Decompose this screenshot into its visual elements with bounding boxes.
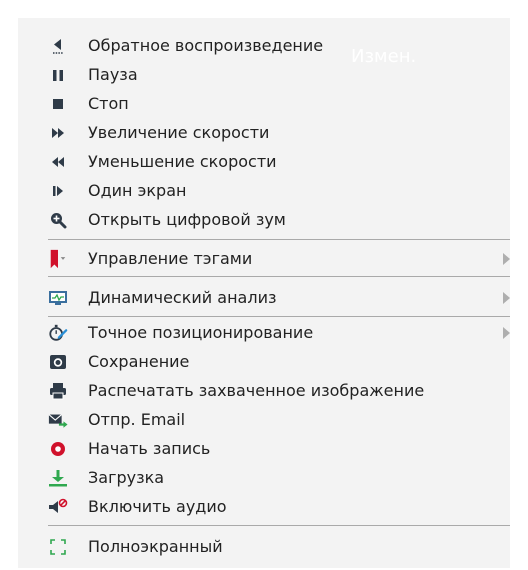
menu-item-label: Сохранение: [88, 352, 190, 371]
stop-icon: [48, 94, 68, 114]
menu-separator: [48, 525, 510, 526]
menu-item-label: Уменьшение скорости: [88, 152, 277, 171]
menu-item-digital-zoom[interactable]: Открыть цифровой зум: [18, 205, 510, 234]
submenu-arrow-icon: [503, 326, 510, 339]
menu-item-label: Начать запись: [88, 439, 211, 458]
menu-item-fullscreen[interactable]: Полноэкранный: [18, 532, 510, 561]
menu-item-label: Открыть цифровой зум: [88, 210, 286, 229]
menu-item-label: Полноэкранный: [88, 537, 223, 556]
camera-icon: [48, 352, 68, 372]
menu-item-label: Стоп: [88, 94, 129, 113]
menu-item-label: Увеличение скорости: [88, 123, 270, 142]
menu-item-label: Точное позиционирование: [88, 323, 314, 342]
menu-item-tag-management[interactable]: Управление тэгами: [18, 244, 510, 273]
download-icon: [48, 468, 68, 488]
rewind-icon: [48, 152, 68, 172]
menu-separator: [48, 316, 510, 317]
audio-muted-icon: [48, 497, 68, 517]
reverse-play-icon: [48, 36, 68, 56]
menu-item-stop[interactable]: Стоп: [18, 89, 510, 118]
menu-item-dynamic-analysis[interactable]: Динамический анализ: [18, 283, 510, 312]
menu-item-pause[interactable]: Пауза: [18, 60, 510, 89]
context-menu: Измен. Обратное воспроизведение Пауза Ст…: [18, 18, 510, 568]
fast-forward-icon: [48, 123, 68, 143]
menu-item-single-screen[interactable]: Один экран: [18, 176, 510, 205]
menu-item-save[interactable]: Сохранение: [18, 347, 510, 376]
submenu-arrow-icon: [503, 252, 510, 265]
pause-icon: [48, 65, 68, 85]
menu-item-label: Обратное воспроизведение: [88, 36, 324, 55]
submenu-arrow-icon: [503, 291, 510, 304]
menu-item-label: Загрузка: [88, 468, 165, 487]
monitor-chart-icon: [48, 288, 68, 308]
menu-item-enable-audio[interactable]: Включить аудио: [18, 492, 510, 521]
menu-item-send-email[interactable]: Отпр. Email: [18, 405, 510, 434]
printer-icon: [48, 381, 68, 401]
fullscreen-icon: [48, 537, 68, 557]
menu-item-speed-up[interactable]: Увеличение скорости: [18, 118, 510, 147]
menu-item-download[interactable]: Загрузка: [18, 463, 510, 492]
menu-item-label: Динамический анализ: [88, 288, 277, 307]
menu-item-reverse-play[interactable]: Обратное воспроизведение: [18, 31, 510, 60]
menu-item-label: Пауза: [88, 65, 138, 84]
menu-item-label: Распечатать захваченное изображение: [88, 381, 425, 400]
menu-item-label: Управление тэгами: [88, 249, 253, 268]
menu-item-label: Один экран: [88, 181, 187, 200]
bookmark-tag-icon: [48, 249, 68, 269]
menu-separator: [48, 276, 510, 277]
email-send-icon: [48, 410, 68, 430]
menu-item-label: Включить аудио: [88, 497, 227, 516]
menu-item-start-recording[interactable]: Начать запись: [18, 434, 510, 463]
menu-item-print-capture[interactable]: Распечатать захваченное изображение: [18, 376, 510, 405]
record-icon: [48, 439, 68, 459]
single-frame-icon: [48, 181, 68, 201]
menu-item-label: Отпр. Email: [88, 410, 186, 429]
menu-separator: [48, 239, 510, 240]
menu-item-speed-down[interactable]: Уменьшение скорости: [18, 147, 510, 176]
menu-item-precise-positioning[interactable]: Точное позиционирование: [18, 318, 510, 347]
zoom-in-icon: [48, 210, 68, 230]
stopwatch-icon: [48, 323, 68, 343]
